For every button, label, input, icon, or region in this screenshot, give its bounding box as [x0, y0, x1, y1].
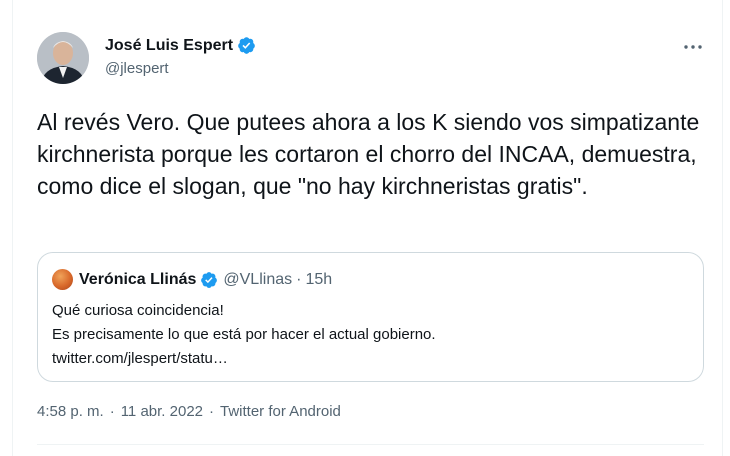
- tweet-card: José Luis Espert @jlespert Al revés Vero…: [12, 0, 723, 456]
- author-name-row: José Luis Espert: [105, 36, 256, 55]
- meta-separator: ·: [209, 403, 214, 420]
- quoted-tweet-header: Verónica Llinás @VLlinas · 15h: [52, 269, 332, 290]
- quoted-time: 15h: [305, 270, 333, 288]
- author-avatar[interactable]: [37, 32, 89, 84]
- quoted-author-avatar: [52, 269, 73, 290]
- verified-badge-icon: [200, 271, 218, 289]
- meta-separator: ·: [109, 403, 115, 420]
- quoted-line: Qué curiosa coincidencia!: [52, 302, 224, 319]
- tweet-meta: 4:58 p. m. · 11 abr. 2022 · Twitter for …: [37, 403, 341, 420]
- verified-badge-icon: [237, 36, 256, 55]
- quoted-line: Es precisamente lo que está por hacer el…: [52, 326, 436, 343]
- quoted-author-name: Verónica Llinás: [79, 270, 197, 288]
- quoted-tweet-text: Qué curiosa coincidencia! Es precisament…: [52, 299, 436, 371]
- quoted-author-handle: @VLlinas: [223, 270, 293, 288]
- author-handle[interactable]: @jlespert: [105, 60, 169, 77]
- tweet-date[interactable]: 11 abr. 2022: [121, 403, 203, 420]
- tweet-source[interactable]: Twitter for Android: [220, 403, 341, 420]
- more-horizontal-icon[interactable]: [682, 36, 704, 58]
- divider: [37, 444, 704, 445]
- quoted-link[interactable]: twitter.com/jlespert/statu…: [52, 347, 436, 371]
- quoted-separator: ·: [296, 270, 302, 288]
- author-name[interactable]: José Luis Espert: [105, 37, 233, 55]
- tweet-text: Al revés Vero. Que putees ahora a los K …: [37, 109, 700, 199]
- quoted-tweet[interactable]: Verónica Llinás @VLlinas · 15h Qué curio…: [37, 252, 704, 382]
- tweet-time[interactable]: 4:58 p. m.: [37, 403, 104, 420]
